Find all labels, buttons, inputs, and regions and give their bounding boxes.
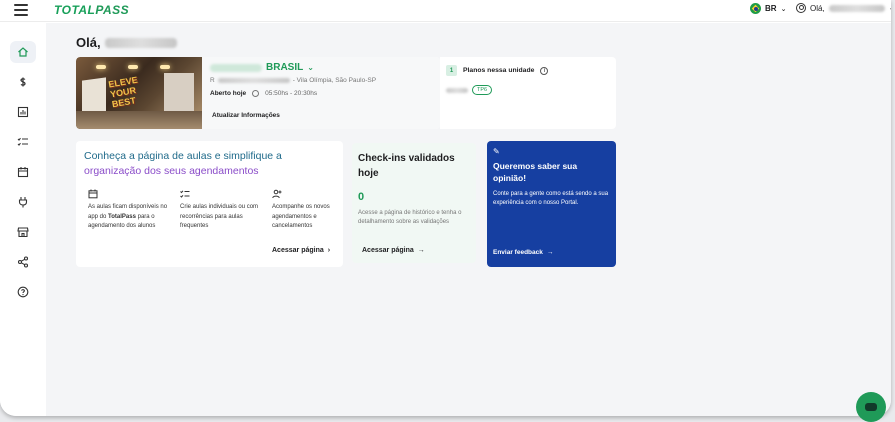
app-window: TOTALPASS BR ⌄ Olá, ⌄ xyxy=(0,0,891,416)
calendar-icon xyxy=(88,189,98,199)
checkin-card: Check-ins validados hoje 0 Acesse a pági… xyxy=(352,143,476,263)
chevron-down-icon: ⌄ xyxy=(307,63,314,72)
classes-access-button[interactable]: Acessar página › xyxy=(272,247,330,254)
unit-name-redacted xyxy=(210,63,262,72)
greeting-text: Olá, xyxy=(76,35,101,50)
address-suffix: - Vila Olímpia, São Paulo-SP xyxy=(292,77,377,84)
feedback-title: Queremos saber sua opinião! xyxy=(493,161,578,183)
unit-info: BRASIL ⌄ R - Vila Olímpia, São Paulo-SP … xyxy=(202,57,440,129)
chevron-right-icon: › xyxy=(327,247,331,254)
checkin-access-label: Acessar página xyxy=(362,247,414,254)
user-greeting: Olá, xyxy=(810,3,825,13)
sidebar-item-financial[interactable] xyxy=(10,71,36,93)
top-bar: TOTALPASS BR ⌄ Olá, ⌄ xyxy=(0,0,891,22)
home-icon xyxy=(18,47,28,57)
address-redacted xyxy=(217,78,290,83)
unit-address: R - Vila Olímpia, São Paulo-SP xyxy=(210,77,432,84)
sidebar-item-store[interactable] xyxy=(10,221,36,243)
classes-title-part1: Conheça a página de aulas e simplifique … xyxy=(84,150,282,162)
calendar-icon xyxy=(17,167,29,178)
plans-header: 1 Planos nessa unidade i xyxy=(446,65,610,76)
main-content: Olá, ELEVE YOUR BEST BRASIL ⌄ R - Vila O… xyxy=(46,23,891,416)
address-prefix: R xyxy=(210,77,215,84)
feature-item: Crie aulas individuais ou com recorrênci… xyxy=(180,189,260,232)
hamburger-menu-icon[interactable] xyxy=(14,4,28,16)
open-today-label: Aberto hoje xyxy=(210,90,247,97)
language-label: BR xyxy=(765,4,777,13)
hours-text: 05:50hs - 20:30hs xyxy=(265,90,318,97)
plans-row: TP6 xyxy=(446,85,610,95)
user-avatar-icon xyxy=(796,3,806,13)
logo-pass-text: PASS xyxy=(95,3,130,17)
checkin-count: 0 xyxy=(358,191,365,203)
logo-total-text: TOTAL xyxy=(54,3,96,17)
feedback-card: ✎ Queremos saber sua opinião! Conte para… xyxy=(487,141,616,267)
arrow-right-icon: → xyxy=(417,247,425,254)
sidebar-item-reports[interactable] xyxy=(10,101,36,123)
brazil-flag-icon xyxy=(750,3,761,14)
classes-title: Conheça a página de aulas e simplifique … xyxy=(84,149,314,179)
classes-card: Conheça a página de aulas e simplifique … xyxy=(76,141,343,267)
feature-text: Acompanhe os novos agendamentos e cancel… xyxy=(272,204,330,229)
sidebar xyxy=(0,23,46,416)
help-icon xyxy=(17,286,29,298)
feature-item: As aulas ficam disponíveis no app do Tot… xyxy=(88,189,168,232)
unit-selector[interactable]: BRASIL ⌄ xyxy=(210,62,432,73)
plans-card: 1 Planos nessa unidade i TP6 xyxy=(440,57,616,129)
classes-access-label: Acessar página xyxy=(272,247,324,254)
graffiti-decoration: ELEVE YOUR BEST xyxy=(107,74,139,110)
sidebar-item-integrations[interactable] xyxy=(10,191,36,213)
feature-bold: TotalPass xyxy=(108,213,136,220)
plan-name-redacted xyxy=(446,87,468,93)
checkin-access-button[interactable]: Acessar página → xyxy=(362,247,425,254)
classes-title-part2: organização dos seus agendamentos xyxy=(84,165,259,177)
plans-count-badge: 1 xyxy=(446,65,457,76)
chevron-down-icon: ⌄ xyxy=(780,5,787,13)
info-icon[interactable]: i xyxy=(540,66,549,75)
sidebar-item-calendar[interactable] xyxy=(10,161,36,183)
send-feedback-label: Enviar feedback xyxy=(493,249,543,256)
dollar-icon xyxy=(20,77,26,87)
user-name-redacted xyxy=(828,4,885,12)
feedback-description: Conte para a gente como está sendo a sua… xyxy=(493,191,609,206)
page-greeting: Olá, xyxy=(76,35,177,50)
chevron-down-icon: ⌄ xyxy=(889,4,891,12)
chat-icon xyxy=(865,403,877,411)
sidebar-item-help[interactable] xyxy=(10,281,36,303)
update-info-button[interactable]: Atualizar Informações xyxy=(212,112,280,119)
share-icon xyxy=(17,256,29,268)
add-user-icon xyxy=(272,189,282,199)
user-menu[interactable]: Olá, ⌄ xyxy=(796,3,891,13)
greeting-name-redacted xyxy=(104,37,177,48)
unit-photo: ELEVE YOUR BEST xyxy=(76,57,202,129)
feedback-icon: ✎ xyxy=(493,147,500,156)
send-feedback-button[interactable]: Enviar feedback → xyxy=(493,249,553,256)
classes-features: As aulas ficam disponíveis no app do Tot… xyxy=(88,189,352,232)
plan-badge: TP6 xyxy=(472,85,493,95)
sidebar-item-share[interactable] xyxy=(10,251,36,273)
feature-item: Acompanhe os novos agendamentos e cancel… xyxy=(272,189,352,232)
plug-icon xyxy=(18,197,28,208)
arrow-right-icon: → xyxy=(546,249,554,256)
plans-title: Planos nessa unidade xyxy=(463,67,535,74)
unit-name: BRASIL xyxy=(266,62,304,73)
checkin-title: Check-ins validados hoje xyxy=(358,153,455,179)
store-icon xyxy=(17,227,29,238)
language-selector[interactable]: BR ⌄ xyxy=(750,3,786,14)
unit-card: ELEVE YOUR BEST BRASIL ⌄ R - Vila Olímpia,… xyxy=(76,57,440,129)
sidebar-item-checklist[interactable] xyxy=(10,131,36,153)
checklist-icon xyxy=(17,137,28,146)
unit-hours: Aberto hoje 05:50hs - 20:30hs xyxy=(210,90,432,97)
checkin-description: Acesse a página de histórico e tenha o d… xyxy=(358,210,462,225)
chat-button[interactable] xyxy=(856,392,886,422)
totalpass-logo[interactable]: TOTALPASS xyxy=(54,3,129,17)
clock-icon xyxy=(252,90,260,97)
chart-icon xyxy=(17,106,29,118)
sidebar-item-home[interactable] xyxy=(10,41,36,63)
feature-text: Crie aulas individuais ou com recorrênci… xyxy=(180,204,259,229)
checklist-icon xyxy=(180,190,190,198)
